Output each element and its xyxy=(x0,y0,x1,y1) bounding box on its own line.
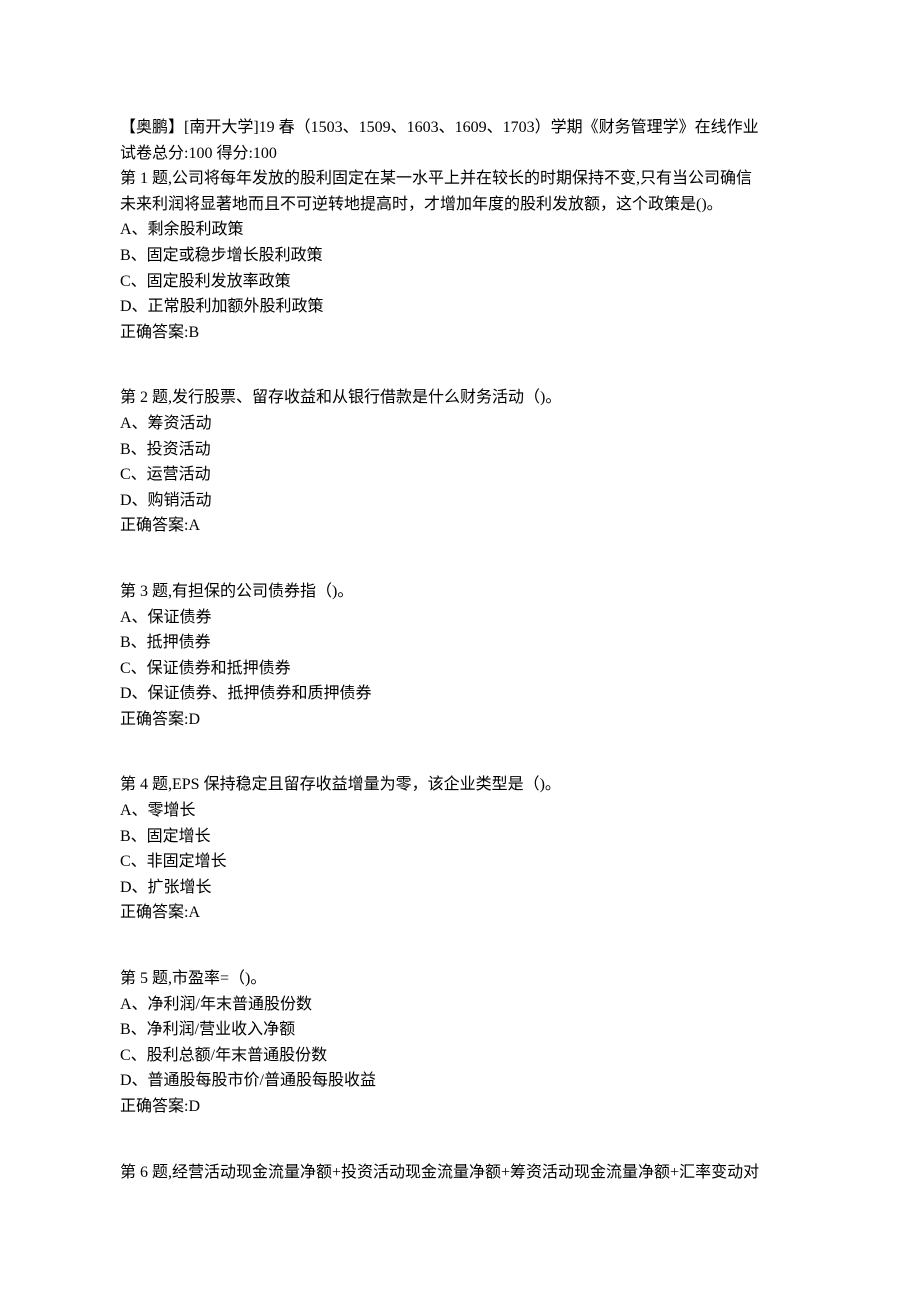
option-b: B、固定增长 xyxy=(120,824,800,850)
exam-score-line: 试卷总分:100 得分:100 xyxy=(120,141,800,167)
correct-answer: 正确答案:D xyxy=(120,707,800,733)
option-c: C、运营活动 xyxy=(120,462,800,488)
question-prompt: 第 5 题,市盈率=（)。 xyxy=(120,966,800,992)
correct-answer: 正确答案:A xyxy=(120,513,800,539)
option-d: D、普通股每股市价/普通股每股收益 xyxy=(120,1068,800,1094)
question-prompt: 第 6 题,经营活动现金流量净额+投资活动现金流量净额+筹资活动现金流量净额+汇… xyxy=(120,1160,800,1186)
option-b: B、投资活动 xyxy=(120,437,800,463)
option-c: C、保证债券和抵押债券 xyxy=(120,656,800,682)
option-b: B、抵押债券 xyxy=(120,630,800,656)
question-1: 第 1 题,公司将每年发放的股利固定在某一水平上并在较长的时期保持不变,只有当公… xyxy=(120,166,800,345)
option-a: A、筹资活动 xyxy=(120,411,800,437)
question-prompt: 第 4 题,EPS 保持稳定且留存收益增量为零，该企业类型是（)。 xyxy=(120,772,800,798)
option-a: A、净利润/年末普通股份数 xyxy=(120,992,800,1018)
question-5: 第 5 题,市盈率=（)。 A、净利润/年末普通股份数 B、净利润/营业收入净额… xyxy=(120,966,800,1120)
option-b: B、净利润/营业收入净额 xyxy=(120,1017,800,1043)
option-d: D、扩张增长 xyxy=(120,875,800,901)
option-a: A、保证债券 xyxy=(120,605,800,631)
option-d: D、保证债券、抵押债券和质押债券 xyxy=(120,681,800,707)
option-a: A、零增长 xyxy=(120,798,800,824)
option-d: D、正常股利加额外股利政策 xyxy=(120,294,800,320)
question-prompt: 第 1 题,公司将每年发放的股利固定在某一水平上并在较长的时期保持不变,只有当公… xyxy=(120,166,800,192)
exam-title: 【奥鹏】[南开大学]19 春（1503、1509、1603、1609、1703）… xyxy=(120,115,800,141)
option-b: B、固定或稳步增长股利政策 xyxy=(120,243,800,269)
question-6: 第 6 题,经营活动现金流量净额+投资活动现金流量净额+筹资活动现金流量净额+汇… xyxy=(120,1160,800,1186)
option-d: D、购销活动 xyxy=(120,488,800,514)
correct-answer: 正确答案:A xyxy=(120,900,800,926)
document-page: 【奥鹏】[南开大学]19 春（1503、1509、1603、1609、1703）… xyxy=(0,0,920,1302)
option-a: A、剩余股利政策 xyxy=(120,217,800,243)
question-2: 第 2 题,发行股票、留存收益和从银行借款是什么财务活动（)。 A、筹资活动 B… xyxy=(120,385,800,539)
question-4: 第 4 题,EPS 保持稳定且留存收益增量为零，该企业类型是（)。 A、零增长 … xyxy=(120,772,800,926)
correct-answer: 正确答案:B xyxy=(120,320,800,346)
question-3: 第 3 题,有担保的公司债券指（)。 A、保证债券 B、抵押债券 C、保证债券和… xyxy=(120,579,800,733)
question-prompt: 未来利润将显著地而且不可逆转地提高时，才增加年度的股利发放额，这个政策是()。 xyxy=(120,192,800,218)
correct-answer: 正确答案:D xyxy=(120,1094,800,1120)
question-prompt: 第 2 题,发行股票、留存收益和从银行借款是什么财务活动（)。 xyxy=(120,385,800,411)
option-c: C、固定股利发放率政策 xyxy=(120,269,800,295)
option-c: C、股利总额/年末普通股份数 xyxy=(120,1043,800,1069)
option-c: C、非固定增长 xyxy=(120,849,800,875)
question-prompt: 第 3 题,有担保的公司债券指（)。 xyxy=(120,579,800,605)
